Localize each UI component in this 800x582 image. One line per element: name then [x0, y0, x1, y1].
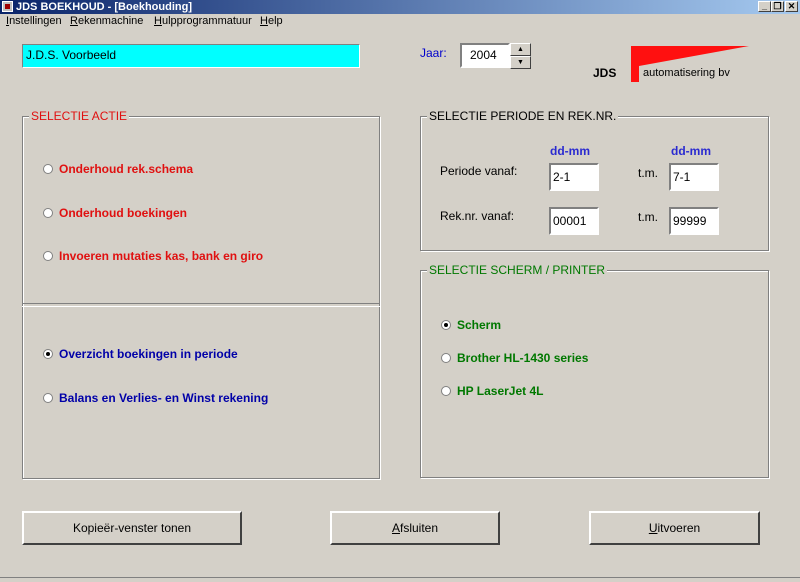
- kopieer-venster-button[interactable]: Kopieër-venster tonen: [22, 511, 242, 545]
- radio-overzicht-boekingen[interactable]: Overzicht boekingen in periode: [43, 347, 238, 361]
- afsluiten-mnemonic: A: [391, 521, 400, 535]
- window-title: JDS BOEKHOUD - [Boekhouding]: [16, 1, 192, 13]
- radio-dot[interactable]: [441, 386, 451, 396]
- periode-from-input[interactable]: 2-1: [549, 163, 599, 191]
- menu-help[interactable]: Help: [260, 15, 283, 27]
- radio-balans-verlies-winst[interactable]: Balans en Verlies- en Winst rekening: [43, 391, 268, 405]
- group-divider: [22, 303, 380, 307]
- logo-subtext: automatisering bv: [643, 67, 730, 79]
- reknr-tm-label: t.m.: [638, 210, 658, 224]
- radio-onderhoud-boekingen[interactable]: Onderhoud boekingen: [43, 206, 187, 220]
- close-button[interactable]: ✕: [785, 1, 798, 12]
- reknr-from-input[interactable]: 00001: [549, 207, 599, 235]
- radio-dot-selected[interactable]: [441, 320, 451, 330]
- radio-scherm[interactable]: Scherm: [441, 318, 501, 332]
- menu-rekenmachine[interactable]: Rekenmachine: [70, 15, 143, 27]
- selectie-periode-title: SELECTIE PERIODE EN REK.NR.: [427, 109, 619, 123]
- radio-hp-laserjet[interactable]: HP LaserJet 4L: [441, 384, 544, 398]
- spin-down-button[interactable]: ▼: [510, 56, 531, 69]
- col-header-from: dd-mm: [550, 144, 590, 158]
- radio-label: Invoeren mutaties kas, bank en giro: [59, 249, 264, 263]
- radio-label: Brother HL-1430 series: [457, 351, 589, 365]
- minimize-button[interactable]: _: [758, 1, 771, 12]
- radio-label: Onderhoud rek.schema: [59, 162, 194, 176]
- radio-dot[interactable]: [43, 251, 53, 261]
- selectie-actie-title: SELECTIE ACTIE: [29, 109, 130, 123]
- radio-dot-selected[interactable]: [43, 349, 53, 359]
- radio-dot[interactable]: [441, 353, 451, 363]
- menu-bar: Instellingen Rekenmachine Hulpprogrammat…: [0, 14, 800, 28]
- jaar-input[interactable]: 2004: [460, 43, 510, 68]
- radio-dot[interactable]: [43, 393, 53, 403]
- col-header-to: dd-mm: [671, 144, 711, 158]
- restore-button[interactable]: ❐: [771, 1, 784, 12]
- radio-label: Balans en Verlies- en Winst rekening: [59, 391, 269, 405]
- afsluiten-label: fsluiten: [399, 521, 439, 535]
- menu-hulpprogrammatuur[interactable]: Hulpprogrammatuur: [154, 15, 252, 27]
- logo-triangle-shape: [639, 46, 749, 66]
- periode-to-input[interactable]: 7-1: [669, 163, 719, 191]
- uitvoeren-label: itvoeren: [657, 521, 701, 535]
- jaar-label: Jaar:: [420, 46, 447, 60]
- radio-label: Scherm: [457, 318, 502, 332]
- periode-label: Periode vanaf:: [440, 164, 518, 178]
- bottom-border: [0, 577, 800, 582]
- radio-brother-printer[interactable]: Brother HL-1430 series: [441, 351, 588, 365]
- uitvoeren-button[interactable]: Uitvoeren: [589, 511, 760, 545]
- company-name-field: J.D.S. Voorbeeld: [22, 44, 360, 68]
- menu-instellingen[interactable]: Instellingen: [6, 15, 62, 27]
- radio-dot[interactable]: [43, 208, 53, 218]
- radio-label: Onderhoud boekingen: [59, 206, 187, 220]
- selectie-scherm-group: SELECTIE SCHERM / PRINTER: [420, 263, 769, 478]
- logo-text: JDS: [593, 66, 617, 80]
- radio-invoeren-mutaties[interactable]: Invoeren mutaties kas, bank en giro: [43, 249, 263, 263]
- radio-onderhoud-rekschema[interactable]: Onderhoud rek.schema: [43, 162, 193, 176]
- reknr-to-input[interactable]: 99999: [669, 207, 719, 235]
- radio-dot[interactable]: [43, 164, 53, 174]
- app-icon[interactable]: [2, 1, 13, 12]
- spin-up-button[interactable]: ▲: [510, 43, 531, 56]
- title-bar: JDS BOEKHOUD - [Boekhouding] _ ❐ ✕: [0, 0, 800, 14]
- afsluiten-button[interactable]: Afsluiten: [330, 511, 500, 545]
- selectie-scherm-title: SELECTIE SCHERM / PRINTER: [427, 263, 608, 277]
- radio-label: HP LaserJet 4L: [457, 384, 544, 398]
- radio-label: Overzicht boekingen in periode: [59, 347, 238, 361]
- logo-bar-shape: [631, 46, 639, 82]
- reknr-label: Rek.nr. vanaf:: [440, 209, 515, 223]
- periode-tm-label: t.m.: [638, 166, 658, 180]
